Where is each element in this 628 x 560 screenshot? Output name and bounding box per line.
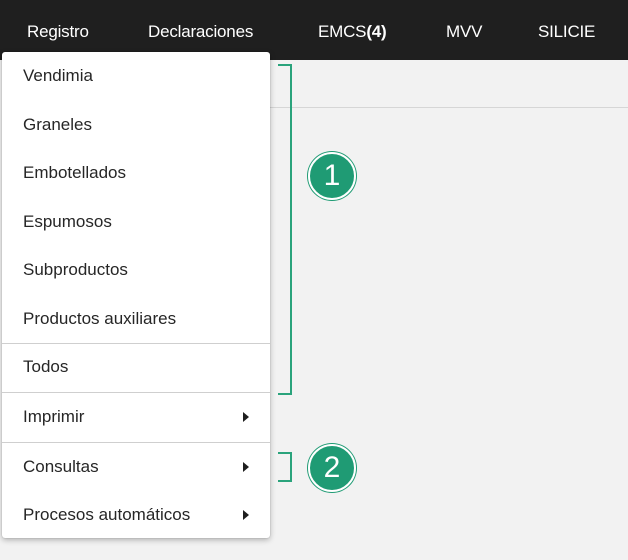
submenu-arrow-icon bbox=[243, 510, 249, 520]
menu-item-imprimir-label: Imprimir bbox=[23, 407, 85, 426]
nav-item-emcs[interactable]: EMCS(4) bbox=[318, 0, 387, 60]
submenu-arrow-icon bbox=[243, 412, 249, 422]
menu-item-productos-auxiliares[interactable]: Productos auxiliares bbox=[2, 295, 270, 343]
nav-item-mvv[interactable]: MVV bbox=[446, 0, 482, 60]
menu-item-procesos-automaticos[interactable]: Procesos automáticos bbox=[2, 491, 270, 539]
menu-item-todos[interactable]: Todos bbox=[2, 343, 270, 391]
registro-dropdown-menu: Vendimia Graneles Embotellados Espumosos… bbox=[2, 52, 270, 538]
menu-item-subproductos[interactable]: Subproductos bbox=[2, 246, 270, 294]
menu-item-procesos-automaticos-label: Procesos automáticos bbox=[23, 505, 191, 524]
menu-item-espumosos[interactable]: Espumosos bbox=[2, 198, 270, 246]
nav-item-emcs-label: EMCS bbox=[318, 22, 367, 41]
content-divider bbox=[270, 107, 628, 108]
annotation-bracket-1 bbox=[278, 64, 292, 395]
menu-item-imprimir[interactable]: Imprimir bbox=[2, 393, 270, 441]
annotation-badge-1: 1 bbox=[308, 152, 356, 200]
menu-item-consultas[interactable]: Consultas bbox=[2, 443, 270, 491]
menu-item-consultas-label: Consultas bbox=[23, 457, 99, 476]
annotation-bracket-2 bbox=[278, 452, 292, 482]
menu-item-embotellados[interactable]: Embotellados bbox=[2, 149, 270, 197]
nav-item-registro[interactable]: Registro bbox=[27, 0, 89, 60]
menu-item-graneles[interactable]: Graneles bbox=[2, 101, 270, 149]
submenu-arrow-icon bbox=[243, 462, 249, 472]
annotation-badge-2: 2 bbox=[308, 444, 356, 492]
nav-item-declaraciones[interactable]: Declaraciones bbox=[148, 0, 253, 60]
nav-item-silicie[interactable]: SILICIE bbox=[538, 0, 595, 60]
top-navigation-bar: Registro Declaraciones EMCS(4) MVV SILIC… bbox=[0, 0, 628, 60]
nav-item-emcs-count: (4) bbox=[366, 22, 387, 41]
menu-item-vendimia[interactable]: Vendimia bbox=[2, 52, 270, 100]
